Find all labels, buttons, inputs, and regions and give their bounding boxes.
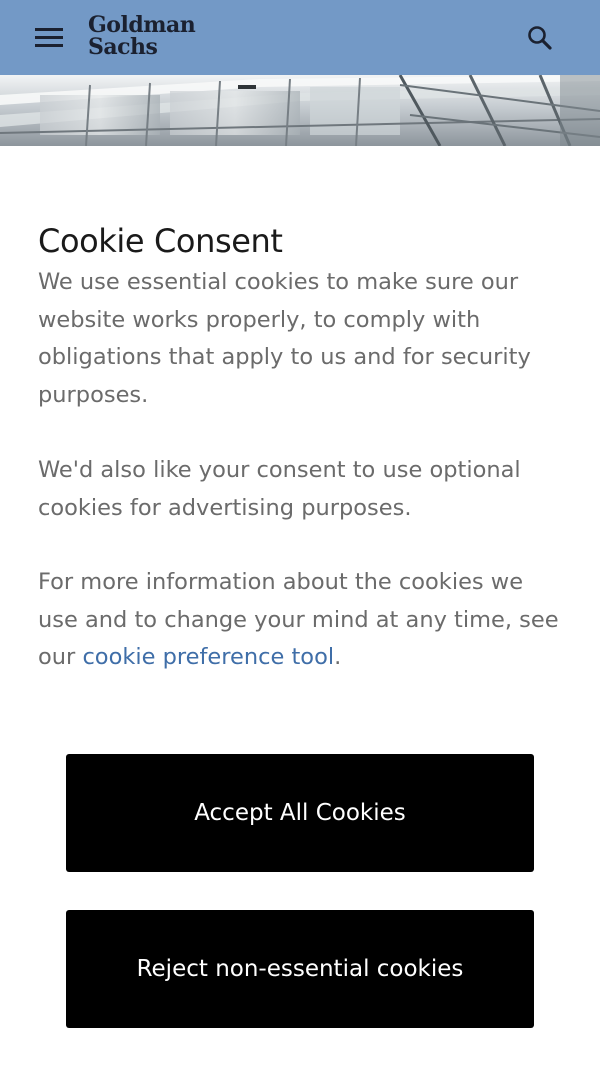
logo-line-2: Sachs [88,34,158,60]
reject-non-essential-cookies-button[interactable]: Reject non-essential cookies [66,910,534,1028]
hamburger-menu-icon[interactable] [32,25,66,51]
consent-paragraph-optional: We'd also like your consent to use optio… [38,457,521,521]
search-icon[interactable] [524,22,556,54]
more-info-suffix: . [334,644,342,670]
cookie-preference-tool-link[interactable]: cookie preference tool [82,644,334,670]
consent-title: Cookie Consent [38,222,283,260]
logo-line-1: Goldman [88,12,196,38]
goldman-sachs-logo[interactable]: Goldman Sachs [88,14,198,62]
consent-paragraph-more-info: For more information about the cookies w… [38,564,563,677]
consent-paragraph-essential: We use essential cookies to make sure ou… [38,269,531,408]
site-header: Goldman Sachs [0,0,600,75]
cookie-consent-page: Goldman Sachs Cookie Consent We use esse… [0,0,600,1065]
accept-all-cookies-button[interactable]: Accept All Cookies [66,754,534,872]
hero-image [0,75,600,146]
